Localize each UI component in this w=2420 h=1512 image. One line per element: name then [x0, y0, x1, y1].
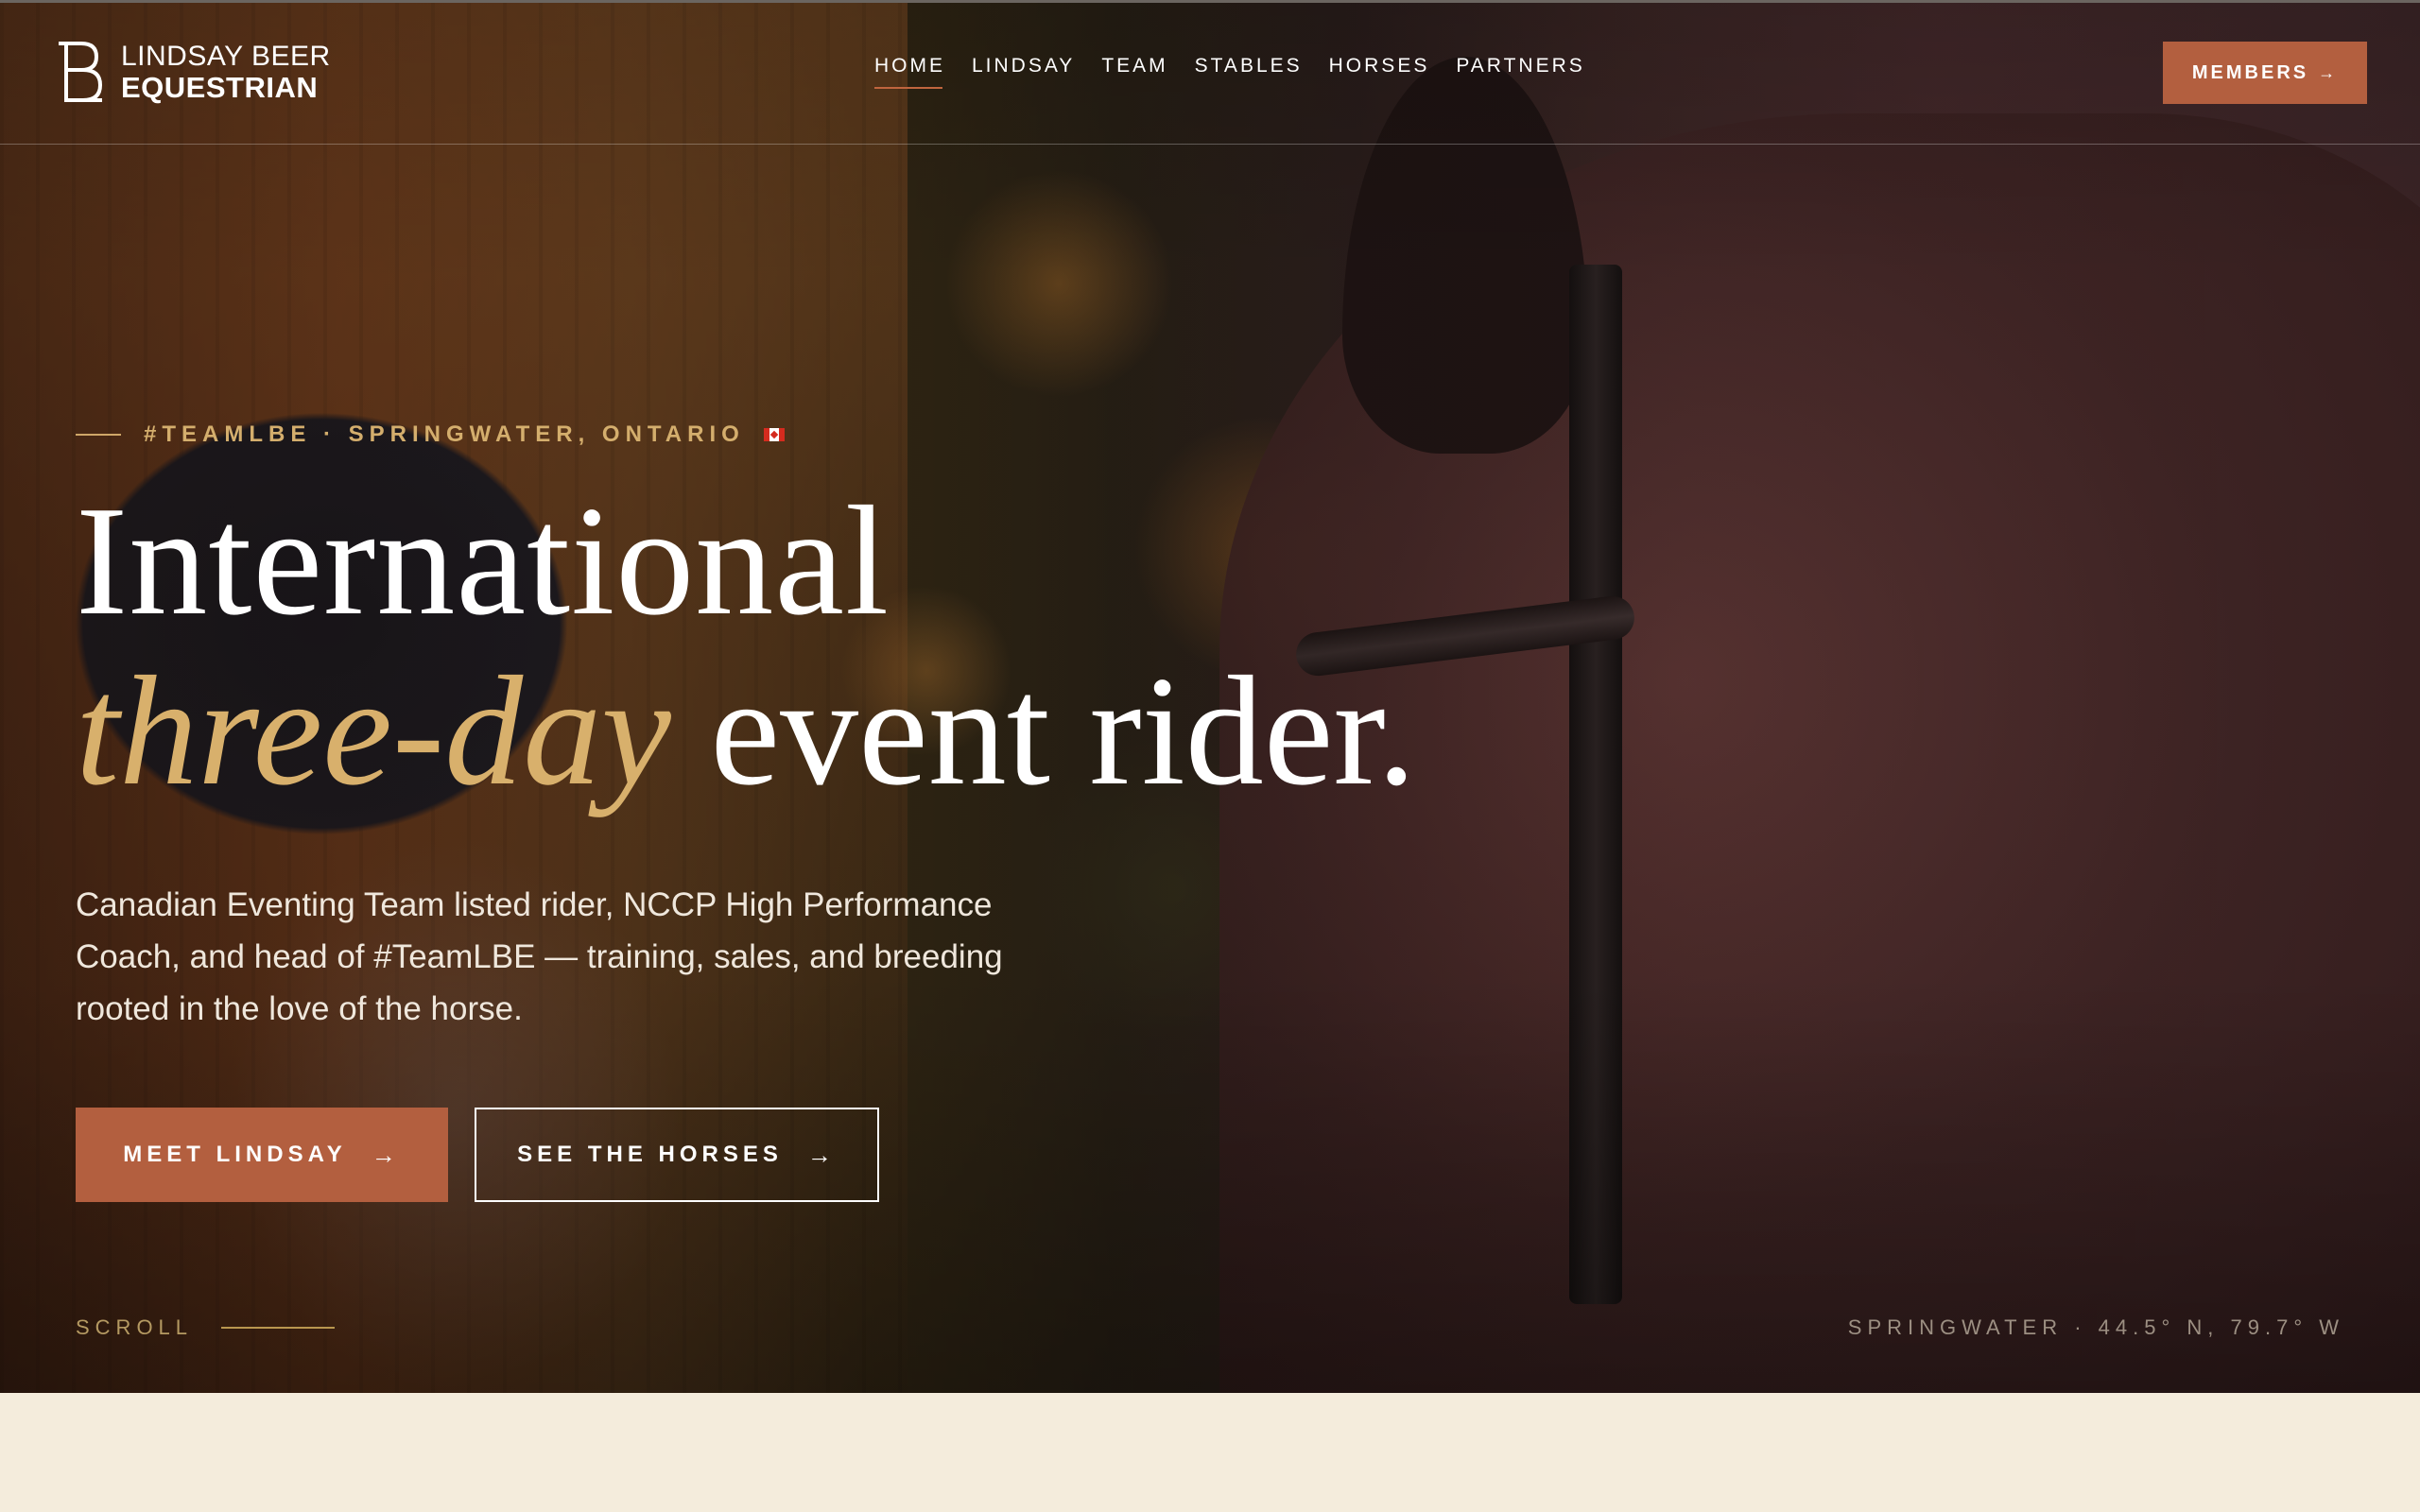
headline-line2: three-day event rider.	[76, 652, 1416, 809]
hero-description: Canadian Eventing Team listed rider, NCC…	[76, 886, 1003, 1027]
hero-eyebrow: #TEAMLBE · SPRINGWATER, ONTARIO	[76, 421, 785, 448]
next-section	[0, 1393, 2420, 1512]
headline-italic: three-day	[76, 644, 671, 817]
hero-headline: International three-day event rider.	[76, 482, 1416, 809]
nav-item-horses[interactable]: HORSES	[1329, 55, 1430, 77]
nav-item-lindsay[interactable]: LINDSAY	[972, 55, 1075, 77]
scroll-rule	[221, 1327, 336, 1329]
meet-lindsay-label: MEET LINDSAY	[123, 1142, 347, 1167]
main-nav: HOME LINDSAY TEAM STABLES HORSES PARTNER…	[874, 55, 1612, 89]
nav-item-stables[interactable]: STABLES	[1195, 55, 1303, 77]
monogram-logo-icon	[53, 38, 110, 106]
arrow-right-icon: →	[371, 1140, 401, 1169]
nav-item-team[interactable]: TEAM	[1101, 55, 1167, 77]
brand-line2: EQUESTRIAN	[121, 70, 319, 104]
nav-item-home[interactable]: HOME	[874, 55, 945, 89]
headline-rest: event rider.	[670, 644, 1417, 817]
members-button[interactable]: MEMBERS →	[2163, 42, 2367, 104]
nav-divider	[0, 144, 2420, 145]
members-label: MEMBERS	[2191, 61, 2309, 83]
eyebrow-text: #TEAMLBE · SPRINGWATER, ONTARIO	[144, 421, 745, 447]
brand-line1: LINDSAY BEER	[121, 40, 331, 72]
arrow-right-icon: →	[806, 1140, 837, 1169]
arrow-right-icon: →	[2318, 62, 2339, 82]
hero-section: LINDSAY BEER EQUESTRIAN HOME LINDSAY TEA…	[0, 0, 2420, 1393]
see-horses-label: SEE THE HORSES	[517, 1142, 783, 1167]
canada-flag-icon	[763, 428, 785, 441]
site-logo[interactable]: LINDSAY BEER EQUESTRIAN	[53, 38, 331, 106]
nav-item-partners[interactable]: PARTNERS	[1456, 55, 1584, 77]
scroll-label: SCROLL	[76, 1315, 194, 1339]
eyebrow-rule	[76, 434, 121, 436]
headline-line1: International	[76, 473, 890, 647]
meet-lindsay-button[interactable]: MEET LINDSAY →	[76, 1108, 448, 1202]
top-border	[0, 0, 2420, 3]
see-horses-button[interactable]: SEE THE HORSES →	[475, 1108, 879, 1202]
location-coordinates: SPRINGWATER · 44.5° N, 79.7° W	[1847, 1315, 2344, 1339]
scroll-indicator[interactable]: SCROLL	[76, 1315, 336, 1340]
